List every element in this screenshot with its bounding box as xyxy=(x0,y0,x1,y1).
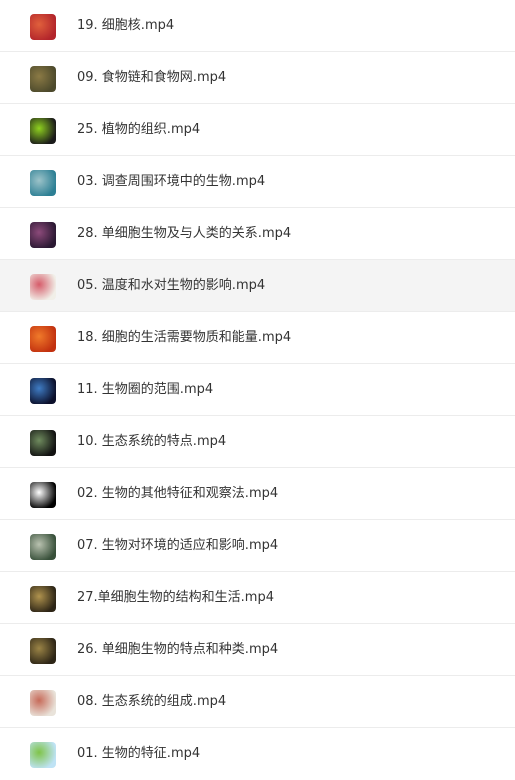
file-name: 07. 生物对环境的适应和影响.mp4 xyxy=(77,538,279,553)
adaptation-thumbnail xyxy=(30,534,56,560)
file-row[interactable]: 10. 生态系统的特点.mp4 xyxy=(0,416,515,468)
file-name: 18. 细胞的生活需要物质和能量.mp4 xyxy=(77,330,292,345)
observation-method-thumbnail xyxy=(30,482,56,508)
single-cell-structure-thumbnail xyxy=(30,586,56,612)
file-name: 28. 单细胞生物及与人类的关系.mp4 xyxy=(77,226,292,241)
file-name: 10. 生态系统的特点.mp4 xyxy=(77,434,227,449)
file-row[interactable]: 03. 调查周围环境中的生物.mp4 xyxy=(0,156,515,208)
ecosystem-composition-thumbnail xyxy=(30,690,56,716)
file-name: 11. 生物圈的范围.mp4 xyxy=(77,382,214,397)
environment-survey-thumbnail xyxy=(30,170,56,196)
cell-nucleus-thumbnail xyxy=(30,14,56,40)
file-name: 27.单细胞生物的结构和生活.mp4 xyxy=(77,590,274,605)
file-row[interactable]: 11. 生物圈的范围.mp4 xyxy=(0,364,515,416)
file-row[interactable]: 08. 生态系统的组成.mp4 xyxy=(0,676,515,728)
single-cell-human-thumbnail xyxy=(30,222,56,248)
file-row[interactable]: 05. 温度和水对生物的影响.mp4 xyxy=(0,260,515,312)
temperature-water-thumbnail xyxy=(30,274,56,300)
cell-energy-thumbnail xyxy=(30,326,56,352)
ecosystem-features-thumbnail xyxy=(30,430,56,456)
file-name: 09. 食物链和食物网.mp4 xyxy=(77,70,227,85)
file-name: 08. 生态系统的组成.mp4 xyxy=(77,694,227,709)
file-row[interactable]: 19. 细胞核.mp4 xyxy=(0,0,515,52)
single-cell-types-thumbnail xyxy=(30,638,56,664)
file-row[interactable]: 25. 植物的组织.mp4 xyxy=(0,104,515,156)
file-row[interactable]: 28. 单细胞生物及与人类的关系.mp4 xyxy=(0,208,515,260)
plant-tissue-thumbnail xyxy=(30,118,56,144)
file-name: 02. 生物的其他特征和观察法.mp4 xyxy=(77,486,279,501)
file-row[interactable]: 18. 细胞的生活需要物质和能量.mp4 xyxy=(0,312,515,364)
file-row[interactable]: 09. 食物链和食物网.mp4 xyxy=(0,52,515,104)
file-row[interactable]: 07. 生物对环境的适应和影响.mp4 xyxy=(0,520,515,572)
file-name: 19. 细胞核.mp4 xyxy=(77,18,175,33)
file-row[interactable]: 27.单细胞生物的结构和生活.mp4 xyxy=(0,572,515,624)
file-name: 25. 植物的组织.mp4 xyxy=(77,122,201,137)
file-row[interactable]: 26. 单细胞生物的特点和种类.mp4 xyxy=(0,624,515,676)
file-list: 19. 细胞核.mp4 09. 食物链和食物网.mp4 25. 植物的组织.mp4 0… xyxy=(0,0,515,780)
living-features-thumbnail xyxy=(30,742,56,768)
file-name: 01. 生物的特征.mp4 xyxy=(77,746,201,761)
file-name: 26. 单细胞生物的特点和种类.mp4 xyxy=(77,642,279,657)
file-row[interactable]: 02. 生物的其他特征和观察法.mp4 xyxy=(0,468,515,520)
food-web-thumbnail xyxy=(30,66,56,92)
biosphere-earth-thumbnail xyxy=(30,378,56,404)
file-name: 05. 温度和水对生物的影响.mp4 xyxy=(77,278,266,293)
file-name: 03. 调查周围环境中的生物.mp4 xyxy=(77,174,266,189)
file-row[interactable]: 01. 生物的特征.mp4 xyxy=(0,728,515,780)
